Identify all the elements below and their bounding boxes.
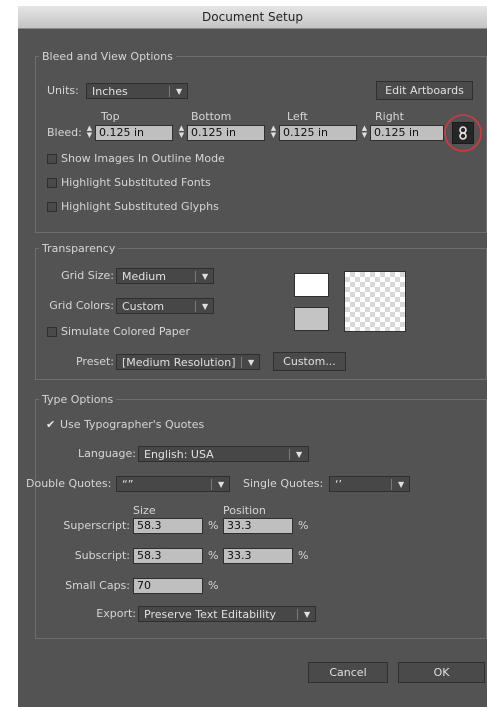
chevron-down-icon: ▼ bbox=[304, 610, 311, 619]
grid-colors-label: Grid Colors: bbox=[49, 299, 114, 312]
export-value: Preserve Text Editability bbox=[144, 608, 277, 621]
document-setup-dialog: Document Setup Bleed and View Options Un… bbox=[18, 6, 487, 707]
chevron-down-icon: ▼ bbox=[398, 480, 405, 489]
superscript-label: Superscript: bbox=[63, 519, 130, 532]
bleed-top-header: Top bbox=[101, 110, 120, 123]
grid-color-swatch-top[interactable] bbox=[294, 273, 329, 297]
language-dropdown[interactable]: English: USA ▼ bbox=[138, 446, 309, 462]
language-label: Language: bbox=[78, 447, 136, 460]
edit-artboards-button[interactable]: Edit Artboards bbox=[376, 81, 473, 100]
highlight-glyphs-checkbox[interactable] bbox=[47, 202, 57, 212]
export-dropdown[interactable]: Preserve Text Editability ▼ bbox=[138, 606, 316, 622]
single-quotes-dropdown[interactable]: ‘’ ▼ bbox=[329, 476, 410, 492]
simulate-paper-checkbox[interactable] bbox=[47, 327, 57, 337]
superscript-position-field[interactable]: 33.3 bbox=[223, 518, 293, 534]
highlight-fonts-label: Highlight Substituted Fonts bbox=[61, 176, 211, 189]
grid-color-swatch-bottom[interactable] bbox=[294, 307, 329, 331]
subscript-position-percent: % bbox=[298, 549, 309, 562]
highlight-glyphs-label: Highlight Substituted Glyphs bbox=[61, 200, 219, 213]
chevron-down-icon: ▼ bbox=[248, 358, 255, 367]
units-value: Inches bbox=[92, 85, 128, 98]
preset-value: [Medium Resolution] bbox=[122, 356, 236, 369]
bleed-bottom-header: Bottom bbox=[191, 110, 232, 123]
single-quotes-value: ‘’ bbox=[335, 478, 342, 491]
small-caps-label: Small Caps: bbox=[65, 579, 130, 592]
bleed-top-stepper[interactable]: ▲ ▼ bbox=[85, 125, 94, 141]
typographers-quotes-label: Use Typographer's Quotes bbox=[60, 418, 205, 431]
bleed-bottom-field[interactable]: 0.125 in bbox=[187, 125, 265, 141]
double-quotes-value: “” bbox=[122, 478, 134, 491]
typographers-quotes-checkbox[interactable]: ✔ bbox=[46, 419, 55, 430]
custom-button[interactable]: Custom... bbox=[273, 352, 346, 371]
chevron-down-icon: ▼ bbox=[202, 302, 209, 311]
preset-label: Preset: bbox=[75, 355, 114, 368]
show-images-outline-label: Show Images In Outline Mode bbox=[61, 152, 225, 165]
small-caps-field[interactable]: 70 bbox=[133, 578, 203, 594]
bleed-top-field[interactable]: 0.125 in bbox=[95, 125, 173, 141]
highlight-fonts-checkbox[interactable] bbox=[47, 178, 57, 188]
subscript-size-field[interactable]: 58.3 bbox=[133, 548, 203, 564]
chevron-down-icon: ▼ bbox=[296, 450, 303, 459]
cancel-button[interactable]: Cancel bbox=[308, 662, 388, 683]
simulate-paper-label: Simulate Colored Paper bbox=[61, 325, 190, 338]
subscript-label: Subscript: bbox=[74, 549, 130, 562]
bleed-right-header: Right bbox=[375, 110, 404, 123]
grid-colors-dropdown[interactable]: Custom ▼ bbox=[116, 298, 214, 314]
subscript-position-field[interactable]: 33.3 bbox=[223, 548, 293, 564]
bleed-left-header: Left bbox=[287, 110, 308, 123]
export-label: Export: bbox=[96, 607, 136, 620]
dialog-title: Document Setup bbox=[18, 6, 487, 29]
transparency-grid-preview bbox=[344, 271, 406, 332]
units-label: Units: bbox=[47, 84, 79, 97]
subscript-size-percent: % bbox=[208, 549, 219, 562]
bleed-view-legend: Bleed and View Options bbox=[39, 50, 176, 63]
type-options-legend: Type Options bbox=[39, 393, 117, 406]
chevron-down-icon: ▼ bbox=[218, 480, 225, 489]
grid-size-value: Medium bbox=[122, 270, 166, 283]
bleed-label: Bleed: bbox=[47, 126, 82, 139]
preset-dropdown[interactable]: [Medium Resolution] ▼ bbox=[116, 354, 260, 370]
bleed-bottom-stepper[interactable]: ▲ ▼ bbox=[177, 125, 186, 141]
small-caps-percent: % bbox=[208, 579, 219, 592]
ok-button[interactable]: OK bbox=[398, 662, 485, 683]
bleed-right-field[interactable]: 0.125 in bbox=[370, 125, 444, 141]
chevron-down-icon: ▼ bbox=[202, 272, 209, 281]
bleed-left-stepper[interactable]: ▲ ▼ bbox=[269, 125, 278, 141]
superscript-size-percent: % bbox=[208, 519, 219, 532]
size-header: Size bbox=[133, 504, 156, 517]
superscript-size-field[interactable]: 58.3 bbox=[133, 518, 203, 534]
grid-colors-value: Custom bbox=[122, 300, 165, 313]
double-quotes-dropdown[interactable]: “” ▼ bbox=[116, 476, 230, 492]
chevron-down-icon: ▼ bbox=[176, 87, 183, 96]
grid-size-label: Grid Size: bbox=[61, 269, 114, 282]
double-quotes-label: Double Quotes: bbox=[26, 477, 112, 490]
show-images-outline-checkbox[interactable] bbox=[47, 154, 57, 164]
superscript-position-percent: % bbox=[298, 519, 309, 532]
transparency-legend: Transparency bbox=[39, 242, 119, 255]
position-header: Position bbox=[223, 504, 266, 517]
bleed-left-field[interactable]: 0.125 in bbox=[279, 125, 357, 141]
grid-size-dropdown[interactable]: Medium ▼ bbox=[116, 268, 214, 284]
language-value: English: USA bbox=[144, 448, 214, 461]
highlight-circle bbox=[444, 114, 482, 152]
bleed-right-stepper[interactable]: ▲ ▼ bbox=[360, 125, 369, 141]
units-dropdown[interactable]: Inches ▼ bbox=[86, 83, 188, 99]
single-quotes-label: Single Quotes: bbox=[243, 477, 324, 490]
